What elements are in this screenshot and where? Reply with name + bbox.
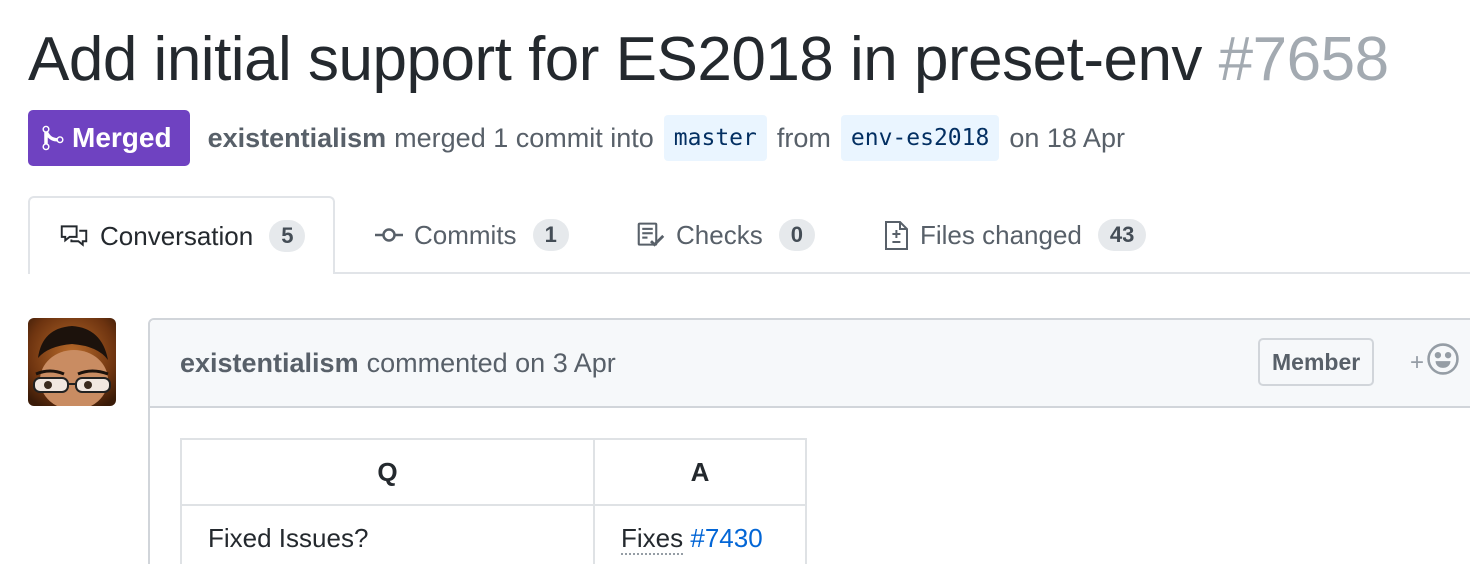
- tab-conversation[interactable]: Conversation 5: [28, 196, 336, 274]
- smiley-icon: [1426, 342, 1460, 383]
- comment-header: existentialism commented on 3 Apr Member…: [150, 320, 1470, 408]
- qa-table: Q A Fixed Issues? Fixes #7430: [180, 438, 807, 564]
- tab-files-changed[interactable]: Files changed 43: [884, 196, 1147, 274]
- tab-files-changed-label: Files changed: [920, 219, 1082, 250]
- checklist-icon: [636, 221, 666, 249]
- from-text: from: [776, 122, 831, 153]
- merge-date: on 18 Apr: [1009, 122, 1125, 153]
- merge-text: merged 1 commit into: [394, 122, 654, 153]
- file-diff-icon: [884, 219, 910, 251]
- plus-icon: +: [1410, 348, 1425, 376]
- comment-box: existentialism commented on 3 Apr Member…: [148, 318, 1470, 564]
- merge-summary: existentialism merged 1 commit into mast…: [208, 115, 1125, 161]
- pr-title: Add initial support for ES2018 in preset…: [28, 25, 1202, 94]
- tab-conversation-count: 5: [269, 220, 306, 252]
- member-badge: Member: [1258, 338, 1375, 386]
- tab-checks-label: Checks: [676, 219, 763, 250]
- table-header-q: Q: [180, 438, 595, 506]
- table-row: Fixed Issues? Fixes #7430: [180, 504, 807, 564]
- pr-number: #7658: [1218, 25, 1389, 94]
- tab-commits-label: Commits: [414, 219, 517, 250]
- fixes-text: Fixes: [621, 522, 684, 555]
- comment-author-link[interactable]: existentialism: [180, 348, 359, 379]
- avatar[interactable]: [28, 318, 116, 406]
- pr-meta: Merged existentialism merged 1 commit in…: [28, 110, 1125, 166]
- tab-conversation-label: Conversation: [100, 220, 254, 251]
- pr-tabs: Conversation 5 Commits 1 Checks 0 Files …: [28, 196, 1470, 274]
- comment-discussion-icon: [58, 222, 90, 250]
- add-reaction-button[interactable]: +: [1410, 342, 1460, 383]
- tab-checks-count: 0: [778, 219, 815, 251]
- git-commit-icon: [374, 225, 404, 245]
- merged-state-badge: Merged: [28, 110, 190, 166]
- issue-link[interactable]: #7430: [690, 523, 762, 553]
- base-branch[interactable]: master: [663, 115, 767, 161]
- table-header-row: Q A: [180, 438, 807, 506]
- tab-checks[interactable]: Checks 0: [636, 196, 815, 274]
- table-cell-answer: Fixes #7430: [593, 504, 807, 564]
- page-title: Add initial support for ES2018 in preset…: [28, 22, 1389, 98]
- git-merge-icon: [42, 124, 64, 152]
- pull-request-page: Add initial support for ES2018 in preset…: [0, 0, 1470, 564]
- table-cell-question: Fixed Issues?: [180, 504, 595, 564]
- comment-meta[interactable]: commented on 3 Apr: [367, 348, 616, 379]
- tab-files-changed-count: 43: [1097, 219, 1147, 251]
- tab-commits-count: 1: [532, 219, 569, 251]
- head-branch[interactable]: env-es2018: [840, 115, 1000, 161]
- table-header-a: A: [593, 438, 807, 506]
- pr-author-link[interactable]: existentialism: [208, 123, 387, 154]
- merged-label: Merged: [72, 122, 172, 153]
- tab-commits[interactable]: Commits 1: [374, 196, 569, 274]
